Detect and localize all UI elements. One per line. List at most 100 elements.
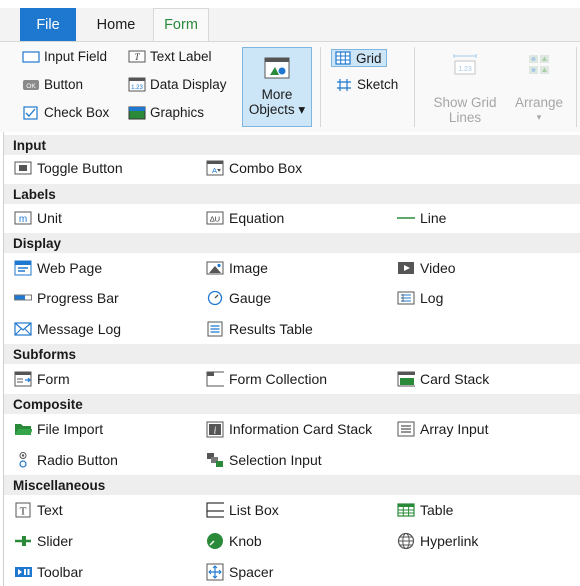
web-page-label: Web Page — [37, 260, 103, 276]
text-icon-glyph: T — [20, 506, 27, 518]
menu-item-card-stack[interactable]: Card Stack — [397, 369, 489, 389]
menu-item-spacer[interactable]: Spacer — [206, 562, 273, 582]
information-card-stack-icon: i — [206, 421, 224, 437]
menu-item-log[interactable]: Log — [397, 288, 443, 308]
ribbon-separator — [414, 47, 415, 127]
menu-item-information-card-stack[interactable]: i Information Card Stack — [206, 419, 372, 439]
information-icon-text: i — [214, 425, 217, 436]
menu-item-table[interactable]: Table — [397, 500, 453, 520]
web-page-icon — [14, 260, 32, 276]
progress-bar-label: Progress Bar — [37, 290, 119, 306]
form-icon — [14, 371, 32, 387]
menu-item-image[interactable]: Image — [206, 258, 268, 278]
table-label: Table — [420, 502, 454, 518]
hyperlink-label: Hyperlink — [420, 533, 479, 549]
toggle-button-icon — [14, 160, 32, 176]
section-subforms: Subforms — [4, 344, 580, 364]
check-box-button[interactable]: Check Box — [22, 105, 109, 120]
menu-item-equation[interactable]: ∆U Equation — [206, 208, 284, 228]
menu-item-form[interactable]: Form — [14, 369, 70, 389]
more-objects-button[interactable]: More Objects ▾ — [242, 47, 312, 127]
card-stack-icon — [397, 371, 415, 387]
menu-item-gauge[interactable]: Gauge — [206, 288, 271, 308]
tab-file[interactable]: File — [20, 8, 76, 41]
menu-item-radio-button[interactable]: Radio Button — [14, 450, 118, 470]
equation-label: Equation — [229, 210, 285, 226]
menu-item-toolbar[interactable]: Toolbar — [14, 562, 83, 582]
data-display-button[interactable]: 1.23 Data Display — [128, 77, 227, 92]
svg-text:OK: OK — [26, 83, 36, 90]
video-label: Video — [420, 260, 456, 276]
list-box-icon — [206, 502, 224, 518]
unit-icon: m — [14, 210, 32, 226]
more-objects-icon — [264, 55, 290, 81]
menu-item-slider[interactable]: Slider — [14, 531, 73, 551]
video-icon — [397, 260, 415, 276]
section-labels: Labels — [4, 184, 580, 204]
menu-item-progress-bar[interactable]: Progress Bar — [14, 288, 119, 308]
grid-toggle[interactable]: Grid — [331, 49, 387, 67]
data-display-icon: 1.23 — [128, 77, 146, 92]
show-grid-lines-button[interactable]: 1.23 Show Grid Lines — [428, 53, 502, 125]
text-icon: T — [14, 502, 32, 518]
array-input-label: Array Input — [420, 421, 489, 437]
check-box-icon — [22, 105, 40, 120]
menu-item-combo-box[interactable]: A Combo Box — [206, 158, 302, 178]
more-objects-label-1: More — [261, 87, 293, 102]
text-label: Text — [37, 502, 63, 518]
arrange-label: Arrange — [514, 95, 564, 110]
button-icon: OK — [22, 78, 40, 92]
equation-icon-text: ∆U — [210, 215, 220, 224]
folder-icon — [14, 421, 32, 437]
tab-home[interactable]: Home — [84, 8, 148, 41]
show-grid-lines-label-1: Show Grid — [433, 95, 497, 110]
spacer-label: Spacer — [229, 564, 274, 580]
arrange-button[interactable]: Arrange ▾ — [508, 53, 570, 125]
grid-icon — [334, 51, 352, 65]
menu-item-selection-input[interactable]: Selection Input — [206, 450, 322, 470]
menu-item-array-input[interactable]: Array Input — [397, 419, 488, 439]
arrange-icon — [526, 53, 552, 77]
menu-item-results-table[interactable]: Results Table — [206, 319, 313, 339]
ribbon-tab-bar: File Home Form — [0, 0, 580, 41]
table-icon — [397, 502, 415, 518]
show-grid-lines-icon-text: 1.23 — [458, 66, 472, 73]
toggle-button-label: Toggle Button — [37, 160, 123, 176]
more-objects-label-2: Objects ▾ — [248, 102, 306, 117]
menu-item-unit[interactable]: m Unit — [14, 208, 62, 228]
graphics-icon — [128, 106, 146, 120]
grid-label: Grid — [356, 50, 382, 66]
form-label: Form — [37, 371, 70, 387]
menu-item-form-collection[interactable]: Form Collection — [206, 369, 327, 389]
menu-item-video[interactable]: Video — [397, 258, 456, 278]
data-display-label: Data Display — [150, 77, 227, 92]
menu-item-list-box[interactable]: List Box — [206, 500, 279, 520]
menu-item-message-log[interactable]: Message Log — [14, 319, 121, 339]
tab-form[interactable]: Form — [153, 8, 209, 41]
svg-text:A: A — [212, 166, 217, 175]
button-button[interactable]: OK Button — [22, 77, 83, 92]
menu-item-text[interactable]: T Text — [14, 500, 63, 520]
gauge-icon — [206, 290, 224, 306]
equation-icon: ∆U — [206, 210, 224, 226]
text-label-button[interactable]: T Text Label — [128, 49, 212, 64]
form-collection-icon — [206, 371, 224, 387]
message-log-icon — [14, 321, 32, 337]
log-icon — [397, 290, 415, 306]
graphics-button[interactable]: Graphics — [128, 105, 204, 120]
combo-box-icon: A — [206, 160, 224, 176]
input-field-button[interactable]: Input Field — [22, 49, 107, 64]
sketch-toggle[interactable]: Sketch — [335, 77, 398, 92]
menu-item-line[interactable]: Line — [397, 208, 446, 228]
text-label-icon: T — [128, 50, 146, 64]
menu-item-file-import[interactable]: File Import — [14, 419, 103, 439]
sketch-icon — [335, 78, 353, 92]
slider-icon — [14, 533, 32, 549]
menu-item-hyperlink[interactable]: Hyperlink — [397, 531, 478, 551]
menu-item-knob[interactable]: Knob — [206, 531, 262, 551]
menu-item-toggle-button[interactable]: Toggle Button — [14, 158, 123, 178]
spacer-icon — [206, 563, 224, 581]
unit-icon-text: m — [19, 214, 27, 225]
knob-label: Knob — [229, 533, 262, 549]
menu-item-web-page[interactable]: Web Page — [14, 258, 102, 278]
